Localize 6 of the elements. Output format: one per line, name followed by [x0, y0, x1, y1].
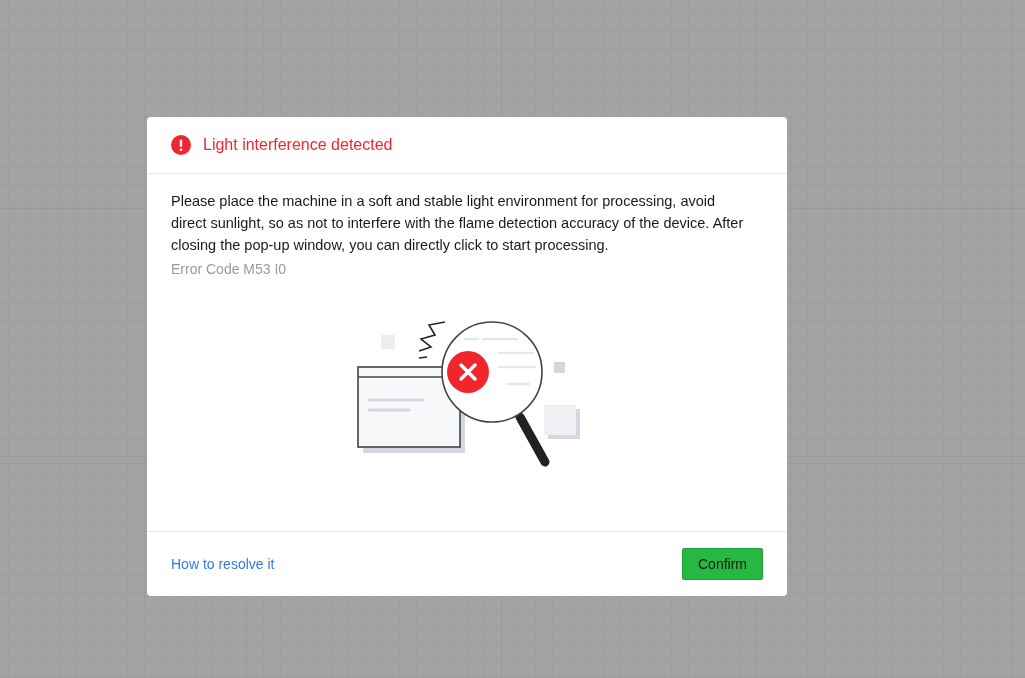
- confirm-button[interactable]: Confirm: [682, 548, 763, 580]
- dialog-title: Light interference detected: [203, 136, 393, 154]
- message-text: Please place the machine in a soft and stable light environment for processing, avoid direct sunlight, so as not to interfere with the flame detection accuracy of the device. After closing the pop-up window, you can directly click to start processing.: [171, 192, 745, 255]
- help-link[interactable]: How to resolve it: [171, 556, 275, 572]
- error-code: Error Code M53 I0: [171, 261, 288, 277]
- alert-icon: [171, 135, 191, 155]
